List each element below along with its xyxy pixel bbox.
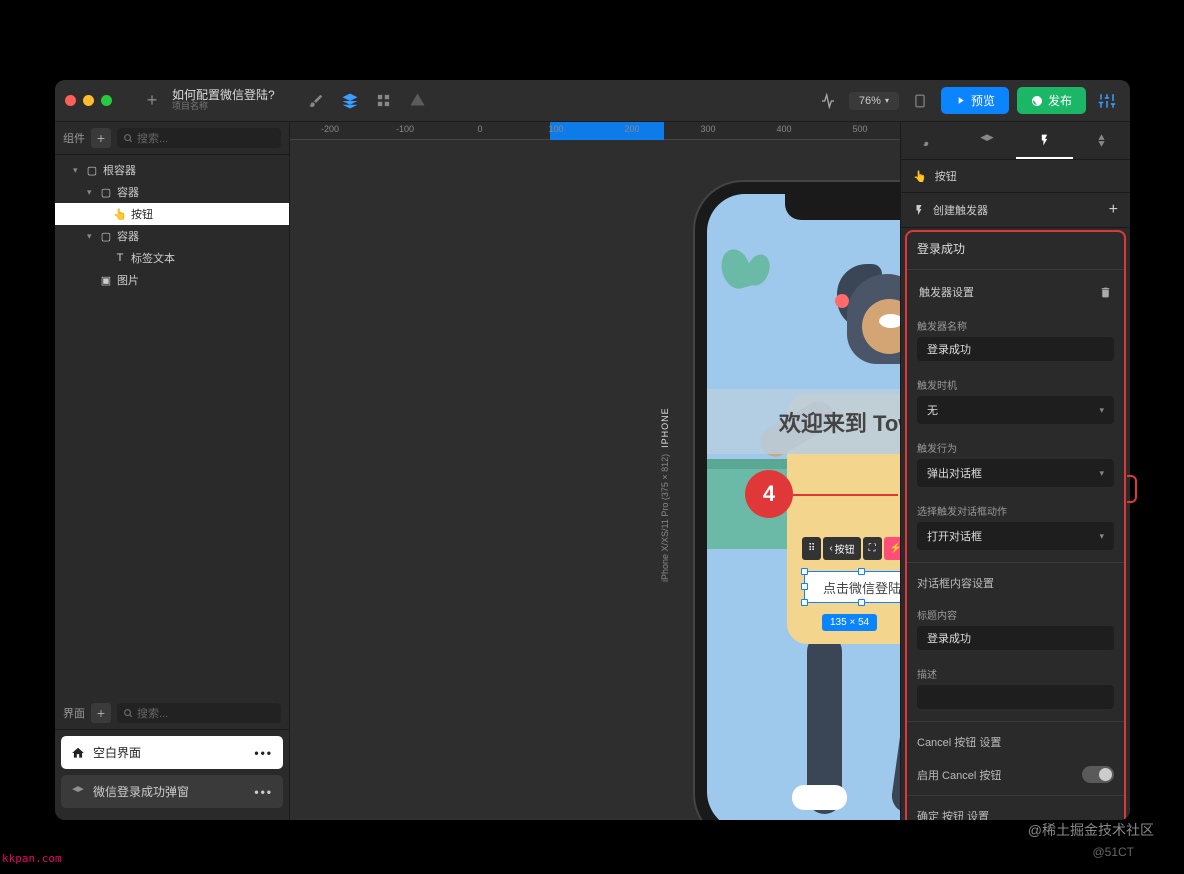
traffic-lights — [65, 95, 112, 106]
phone-notch — [785, 194, 900, 220]
tree-container-1[interactable]: ▾▢容器 — [55, 181, 289, 203]
scene-search-input[interactable]: 搜索... — [117, 703, 281, 723]
expand-icon[interactable]: ⛶ — [863, 537, 882, 560]
scene-menu-icon[interactable]: ••• — [254, 785, 273, 799]
tab-widgets[interactable] — [1073, 122, 1130, 159]
tab-layers[interactable] — [958, 122, 1015, 159]
trigger-config-panel: 登录成功 触发器设置 触发器名称 触发时机 无▾ — [905, 230, 1126, 820]
settings-icon[interactable] — [1094, 88, 1120, 114]
dialog-content-header: 对话框内容设置 — [907, 567, 1124, 599]
desc-label: 描述 — [917, 666, 1114, 681]
component-search-input[interactable]: 搜索... — [117, 128, 281, 148]
drag-handle-icon[interactable]: ⠿ — [802, 537, 821, 560]
trigger-name-input[interactable] — [917, 337, 1114, 361]
annotation-line — [793, 494, 898, 496]
right-panel-tabs — [901, 122, 1130, 160]
scene-menu-icon[interactable]: ••• — [254, 746, 273, 760]
tree-image[interactable]: ▣图片 — [55, 269, 289, 291]
trigger-action-select[interactable]: 弹出对话框▾ — [917, 459, 1114, 487]
bolt-icon[interactable]: ⚡ — [884, 537, 900, 560]
project-title[interactable]: 如何配置微信登陆? 项目名称 — [172, 89, 275, 112]
bolt-icon — [913, 203, 925, 217]
phone-screen[interactable]: 欢迎来到 Towify ⠿ ‹ 按钮 ⛶ ⚡ 点击微信登陆 — [707, 194, 900, 820]
device-label: iPhone X/XS/11 Pro (375 × 812) IPHONE — [660, 407, 670, 582]
preview-button[interactable]: 预览 — [941, 87, 1009, 114]
trigger-title[interactable]: 登录成功 — [907, 232, 1124, 265]
add-scene-button[interactable]: + — [91, 703, 111, 723]
size-badge: 135 × 54 — [822, 614, 877, 631]
add-tab-button[interactable]: + — [140, 89, 164, 113]
tree-label-text[interactable]: T标签文本 — [55, 247, 289, 269]
tree-root-container[interactable]: ▾▢根容器 — [55, 159, 289, 181]
pointer-icon: 👆 — [913, 170, 927, 183]
tree-container-2[interactable]: ▾▢容器 — [55, 225, 289, 247]
layer-tree: ▾▢根容器 ▾▢容器 👆按钮 ▾▢容器 T标签文本 ▣图片 — [55, 155, 289, 697]
enable-cancel-toggle[interactable] — [1082, 766, 1114, 783]
minimize-icon[interactable] — [83, 95, 94, 106]
scene-wechat-popup[interactable]: 微信登录成功弹窗••• — [61, 775, 283, 808]
publish-button[interactable]: 发布 — [1017, 87, 1086, 114]
enable-cancel-label: 启用 Cancel 按钮 — [917, 767, 1001, 783]
device-icon[interactable] — [907, 88, 933, 114]
layers-icon[interactable] — [337, 88, 363, 114]
topbar: + 如何配置微信登陆? 项目名称 76%▾ 预览 — [55, 80, 1130, 122]
scene-list: 空白界面••• 微信登录成功弹窗••• — [55, 730, 289, 820]
speed-icon[interactable] — [815, 88, 841, 114]
watermark-right-2: @51CT — [1092, 845, 1134, 859]
title-content-label: 标题内容 — [917, 607, 1114, 622]
tab-actions[interactable] — [1016, 122, 1073, 159]
desc-input[interactable] — [917, 685, 1114, 709]
close-icon[interactable] — [65, 95, 76, 106]
annotation-badge: 4 — [745, 470, 793, 518]
watermark-left: kkpan.com — [2, 852, 62, 865]
trigger-action-label: 触发行为 — [917, 440, 1114, 455]
phone-frame: 欢迎来到 Towify ⠿ ‹ 按钮 ⛶ ⚡ 点击微信登陆 — [695, 182, 900, 820]
canvas[interactable]: -200 -100 0 100 200 300 400 500 iPhone X… — [290, 122, 900, 820]
components-header: 组件 + 搜索... — [55, 122, 289, 155]
cloud-icon[interactable] — [405, 88, 431, 114]
element-type-chip[interactable]: ‹ 按钮 — [823, 537, 860, 560]
app-window: + 如何配置微信登陆? 项目名称 76%▾ 预览 — [55, 80, 1130, 820]
trigger-time-label: 触发时机 — [917, 377, 1114, 392]
element-toolbar: ⠿ ‹ 按钮 ⛶ ⚡ — [802, 537, 900, 560]
tree-button[interactable]: 👆按钮 — [55, 203, 289, 225]
dialog-action-select[interactable]: 打开对话框▾ — [917, 522, 1114, 550]
watermark-right-1: @稀土掘金技术社区 — [1028, 820, 1154, 840]
welcome-banner[interactable]: 欢迎来到 Towify — [707, 389, 900, 454]
left-panel: 组件 + 搜索... ▾▢根容器 ▾▢容器 👆按钮 ▾▢容器 T标签文本 ▣图片… — [55, 122, 290, 820]
zoom-selector[interactable]: 76%▾ — [849, 92, 899, 110]
annotation-small-box — [1127, 475, 1137, 503]
trigger-settings-header: 触发器设置 — [907, 274, 1124, 310]
maximize-icon[interactable] — [101, 95, 112, 106]
cancel-settings-header: Cancel 按钮 设置 — [907, 726, 1124, 758]
dialog-action-label: 选择触发对话框动作 — [917, 503, 1114, 518]
trigger-time-select[interactable]: 无▾ — [917, 396, 1114, 424]
right-panel: 👆 按钮 创建触发器 + 登录成功 触发器设置 — [900, 122, 1130, 820]
scenes-header: 界面 + 搜索... — [55, 697, 289, 730]
create-trigger-row[interactable]: 创建触发器 + — [901, 193, 1130, 228]
brush-icon[interactable] — [303, 88, 329, 114]
horizontal-ruler: -200 -100 0 100 200 300 400 500 — [290, 122, 900, 140]
title-content-input[interactable] — [917, 626, 1114, 650]
add-trigger-button[interactable]: + — [1109, 201, 1118, 219]
grid-icon[interactable] — [371, 88, 397, 114]
confirm-settings-header: 确定 按钮 设置 — [907, 800, 1124, 820]
scene-blank[interactable]: 空白界面••• — [61, 736, 283, 769]
trigger-name-label: 触发器名称 — [917, 318, 1114, 333]
login-button[interactable]: 点击微信登陆 — [805, 572, 900, 602]
delete-trigger-button[interactable] — [1099, 286, 1112, 299]
tab-style[interactable] — [901, 122, 958, 159]
breadcrumb-row: 👆 按钮 — [901, 160, 1130, 193]
add-component-button[interactable]: + — [91, 128, 111, 148]
